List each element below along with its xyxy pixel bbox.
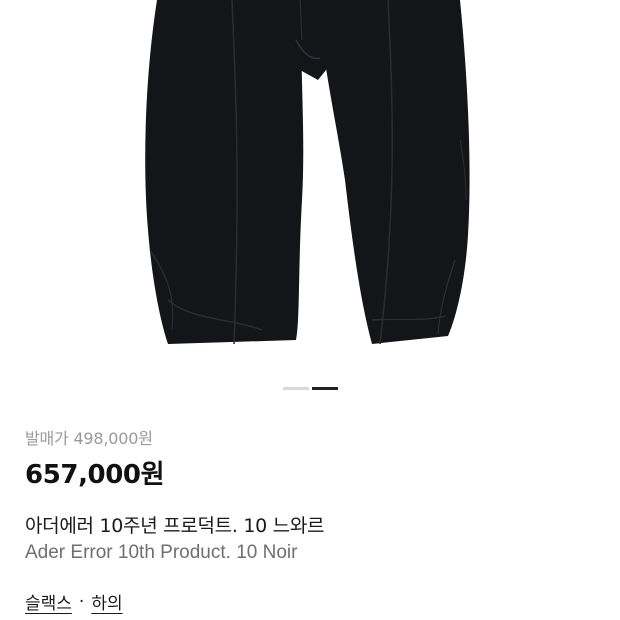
carousel-dot-1[interactable] xyxy=(283,387,309,390)
current-price: 657,000원 xyxy=(25,460,165,490)
category-separator: · xyxy=(78,591,85,612)
carousel-indicator xyxy=(283,387,338,390)
product-image[interactable] xyxy=(0,0,620,372)
trousers-illustration xyxy=(145,0,470,345)
carousel-dot-2[interactable] xyxy=(312,387,338,390)
category-link-bottoms[interactable]: 하의 xyxy=(91,589,122,614)
product-name-english: Ader Error 10th Product. 10 Noir xyxy=(25,542,298,563)
category-link-slacks[interactable]: 슬랙스 xyxy=(25,589,72,614)
release-price: 발매가 498,000원 xyxy=(25,429,153,448)
product-name-korean: 아더에러 10주년 프로덕트. 10 느와르 xyxy=(25,515,325,537)
category-breadcrumb: 슬랙스 · 하의 xyxy=(25,589,123,615)
